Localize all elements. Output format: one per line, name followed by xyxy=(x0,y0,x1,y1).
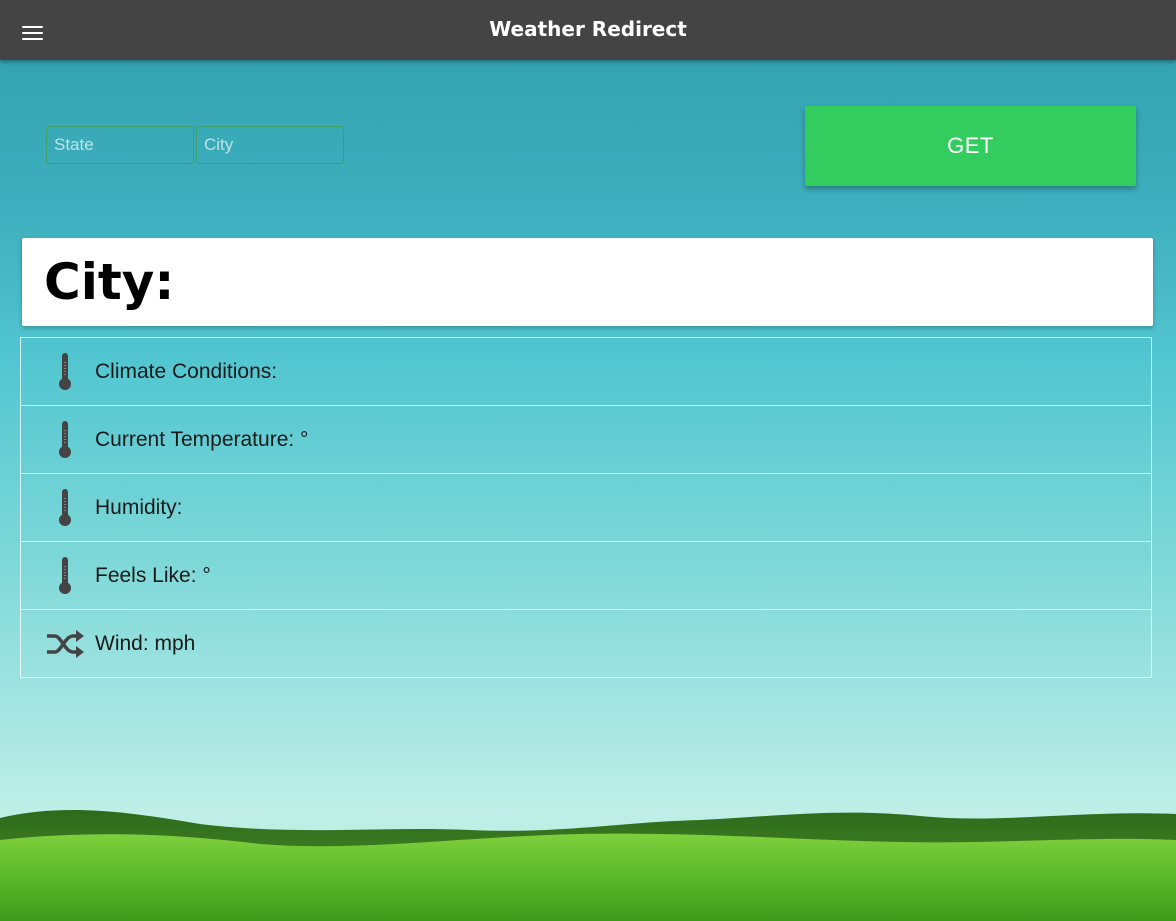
get-button[interactable]: GET xyxy=(805,106,1136,186)
wind-label: Wind: mph xyxy=(95,632,196,655)
app-title: Weather Redirect xyxy=(489,17,687,41)
list-item-climate-conditions: Climate Conditions: xyxy=(20,337,1152,406)
state-input[interactable] xyxy=(46,126,194,164)
current-temperature-label: Current Temperature: ° xyxy=(95,428,309,451)
shuffle-icon xyxy=(47,630,84,658)
list-item-current-temperature: Current Temperature: ° xyxy=(20,406,1152,474)
weather-info-list: Climate Conditions: Current Temperature:… xyxy=(20,337,1152,678)
background-landscape xyxy=(0,810,1176,921)
thermometer-icon xyxy=(59,353,71,390)
app-bar: Weather Redirect xyxy=(0,0,1176,60)
thermometer-icon xyxy=(59,421,71,458)
thermometer-icon xyxy=(59,489,71,526)
city-input[interactable] xyxy=(196,126,344,164)
feels-like-label: Feels Like: ° xyxy=(95,564,211,587)
thermometer-icon xyxy=(59,557,71,594)
list-item-feels-like: Feels Like: ° xyxy=(20,542,1152,610)
climate-conditions-label: Climate Conditions: xyxy=(95,360,278,383)
city-card: City: xyxy=(22,238,1153,326)
humidity-label: Humidity: xyxy=(95,496,183,519)
list-item-humidity: Humidity: xyxy=(20,474,1152,542)
list-item-wind: Wind: mph xyxy=(20,610,1152,678)
city-heading: City: xyxy=(44,253,175,311)
